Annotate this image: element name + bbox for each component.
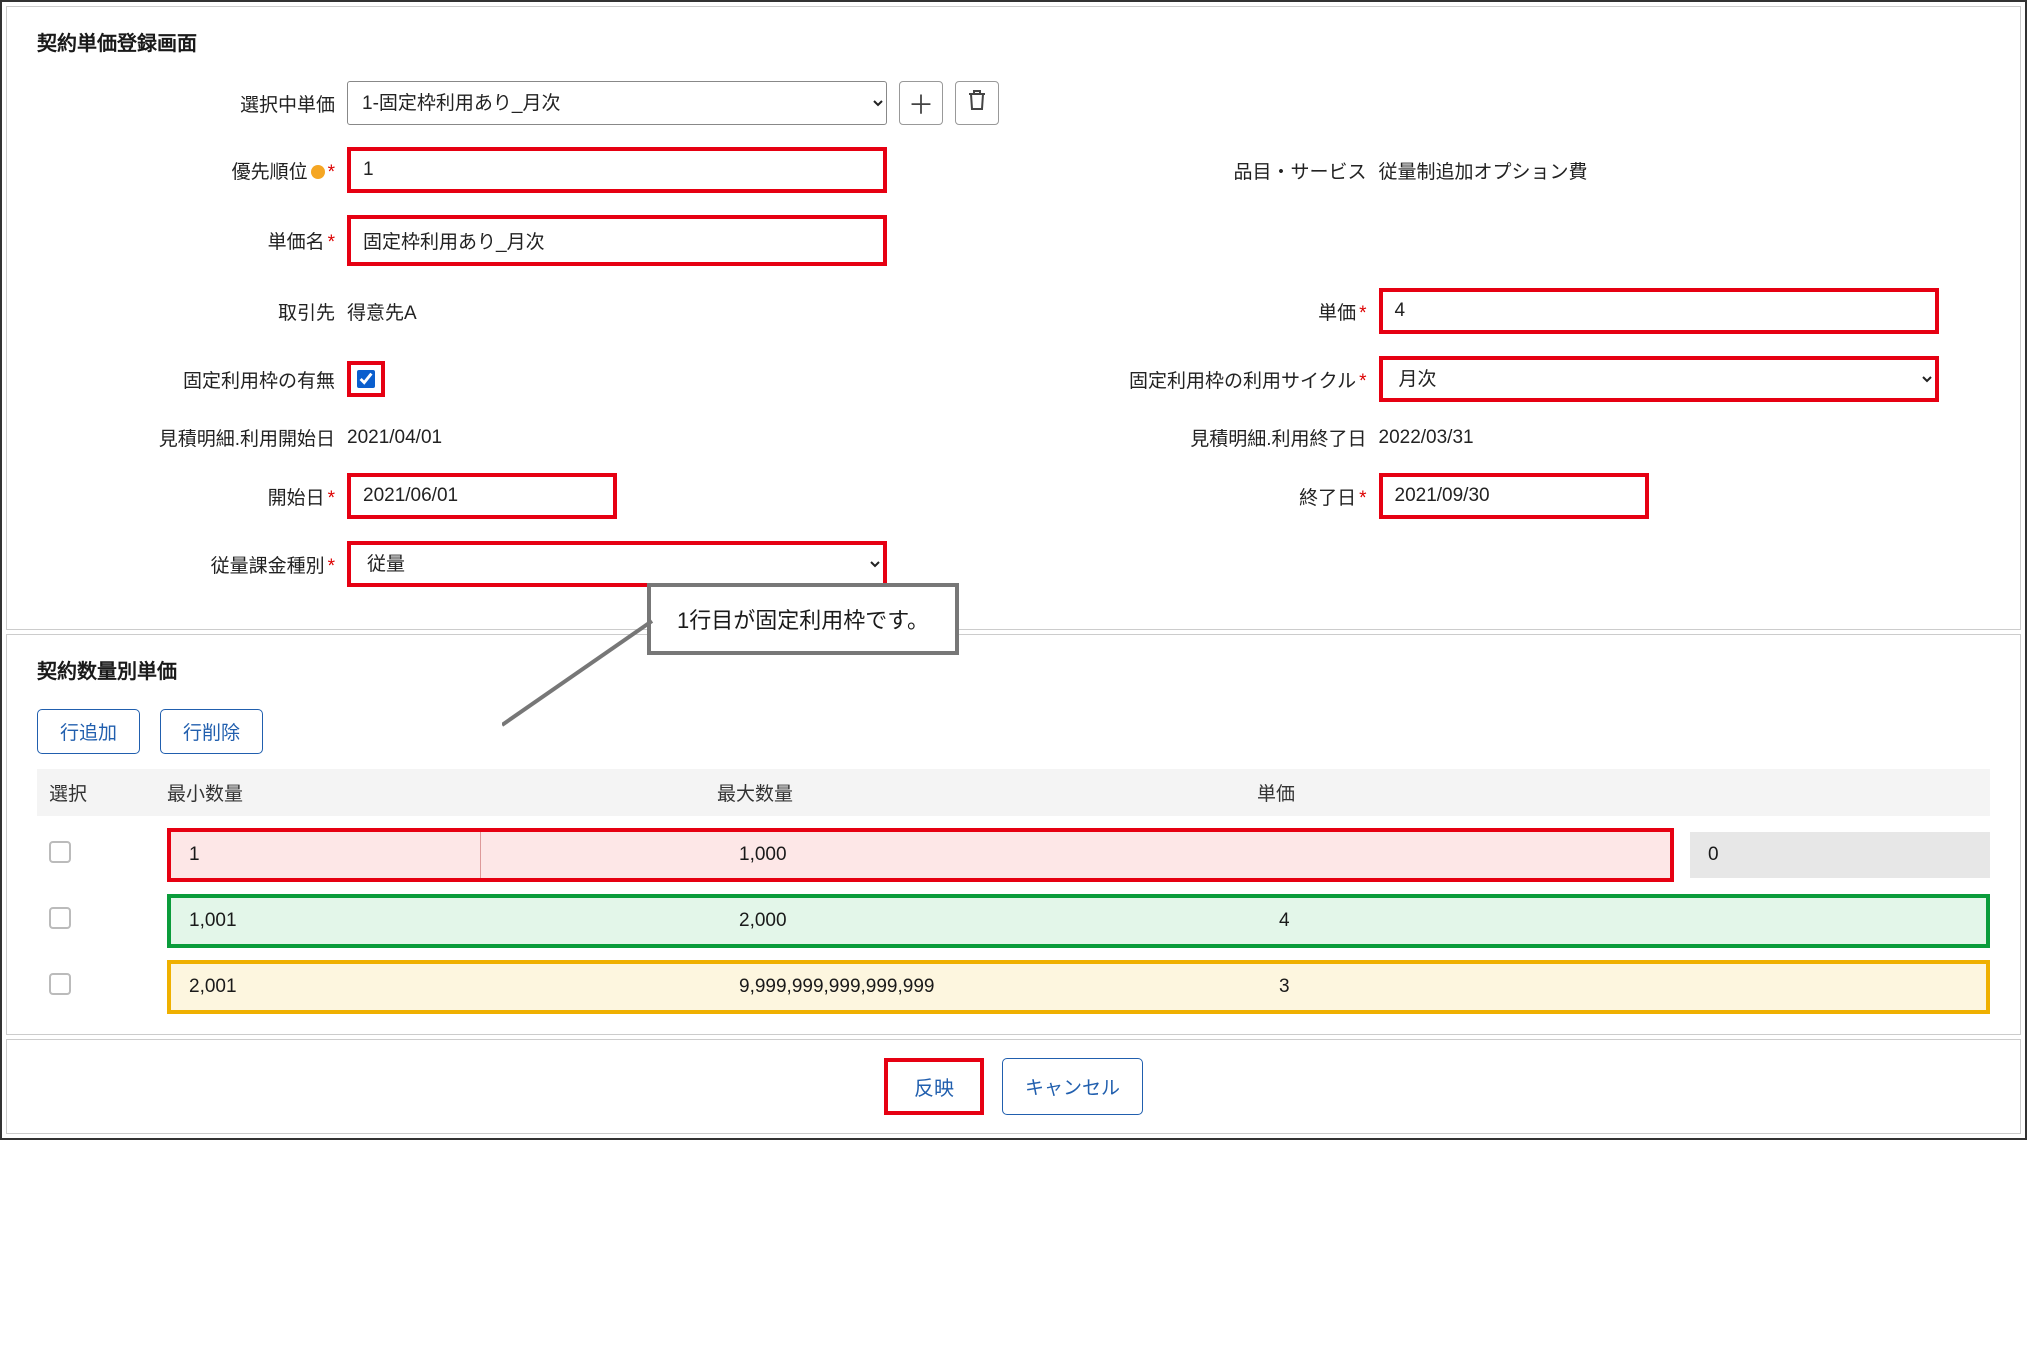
cycle-select[interactable]: 月次 (1379, 356, 1939, 402)
qty-price-section: 1行目が固定利用枠です。 契約数量別単価 行追加 行削除 選択 最小数量 最大数… (6, 634, 2021, 1035)
cell-min[interactable]: 2,001 (171, 964, 481, 1010)
table-row: 1 1,000 0 (37, 828, 1990, 882)
qty-section-title: 契約数量別単価 (37, 655, 1990, 684)
action-bar: 反映 キャンセル (6, 1039, 2021, 1134)
row-checkbox[interactable] (49, 907, 71, 929)
cell-min[interactable]: 1,001 (171, 898, 481, 944)
label-item: 品目・サービス (1029, 157, 1379, 184)
selected-unit-select[interactable]: 1-固定枠利用あり_月次 (347, 81, 887, 125)
th-price: 単価 (1257, 779, 1557, 806)
row-highlight-yellow: 2,001 9,999,999,999,999,999 3 (167, 960, 1990, 1014)
add-icon-button[interactable]: ＋ (899, 81, 943, 125)
add-row-button[interactable]: 行追加 (37, 709, 140, 754)
cell-price: 0 (1690, 832, 1990, 878)
cell-price[interactable]: 3 (1261, 964, 1986, 1010)
label-unit-name: 単価名* (67, 227, 347, 254)
callout-box: 1行目が固定利用枠です。 (647, 583, 959, 655)
label-fixed-flag: 固定利用枠の有無 (67, 366, 347, 393)
row-highlight-red: 1 1,000 (167, 828, 1674, 882)
table-row: 1,001 2,000 4 (37, 894, 1990, 948)
contract-unit-price-section: 契約単価登録画面 選択中単価 1-固定枠利用あり_月次 ＋ (6, 6, 2021, 630)
section-title: 契約単価登録画面 (37, 27, 1990, 56)
label-selected-unit: 選択中単価 (67, 90, 347, 117)
cell-max[interactable]: 9,999,999,999,999,999 (721, 964, 1261, 1010)
est-end-value: 2022/03/31 (1379, 427, 1474, 449)
table-header: 選択 最小数量 最大数量 単価 (37, 769, 1990, 816)
unit-price-input[interactable]: 4 (1379, 288, 1939, 334)
charge-type-select[interactable]: 従量 (347, 541, 887, 587)
row-checkbox[interactable] (49, 841, 71, 863)
est-start-value: 2021/04/01 (347, 427, 442, 449)
label-charge-type: 従量課金種別* (67, 551, 347, 578)
delete-row-button[interactable]: 行削除 (160, 709, 263, 754)
label-end: 終了日* (1029, 483, 1379, 510)
trash-icon (966, 88, 988, 119)
unit-name-input[interactable]: 固定枠利用あり_月次 (347, 215, 887, 266)
label-est-end: 見積明細.利用終了日 (1029, 424, 1379, 451)
label-cycle: 固定利用枠の利用サイクル* (1029, 366, 1379, 393)
cancel-button[interactable]: キャンセル (1002, 1058, 1143, 1115)
app-frame: 契約単価登録画面 選択中単価 1-固定枠利用あり_月次 ＋ (0, 0, 2027, 1140)
cell-max[interactable]: 2,000 (721, 898, 1261, 944)
start-date-input[interactable]: 2021/06/01 (347, 473, 617, 519)
row-checkbox[interactable] (49, 973, 71, 995)
plus-icon: ＋ (908, 85, 934, 122)
label-est-start: 見積明細.利用開始日 (67, 424, 347, 451)
th-select: 選択 (37, 779, 167, 806)
label-priority: 優先順位* (67, 157, 347, 184)
cell-max[interactable]: 1,000 (721, 832, 1670, 878)
th-max: 最大数量 (717, 779, 1257, 806)
table-row: 2,001 9,999,999,999,999,999 3 (37, 960, 1990, 1014)
label-start: 開始日* (67, 483, 347, 510)
cell-min[interactable]: 1 (171, 832, 481, 878)
apply-button[interactable]: 反映 (884, 1058, 984, 1115)
label-partner: 取引先 (67, 298, 347, 325)
label-unit-price: 単価* (1029, 298, 1379, 325)
cell-price[interactable]: 4 (1261, 898, 1986, 944)
row-highlight-green: 1,001 2,000 4 (167, 894, 1990, 948)
end-date-input[interactable]: 2021/09/30 (1379, 473, 1649, 519)
th-min: 最小数量 (167, 779, 477, 806)
partner-value: 得意先A (347, 298, 417, 325)
fixed-flag-checkbox[interactable] (357, 370, 375, 388)
item-value: 従量制追加オプション費 (1379, 157, 1588, 184)
delete-icon-button[interactable] (955, 81, 999, 125)
priority-input[interactable]: 1 (347, 147, 887, 193)
fixed-flag-wrap (347, 361, 385, 397)
